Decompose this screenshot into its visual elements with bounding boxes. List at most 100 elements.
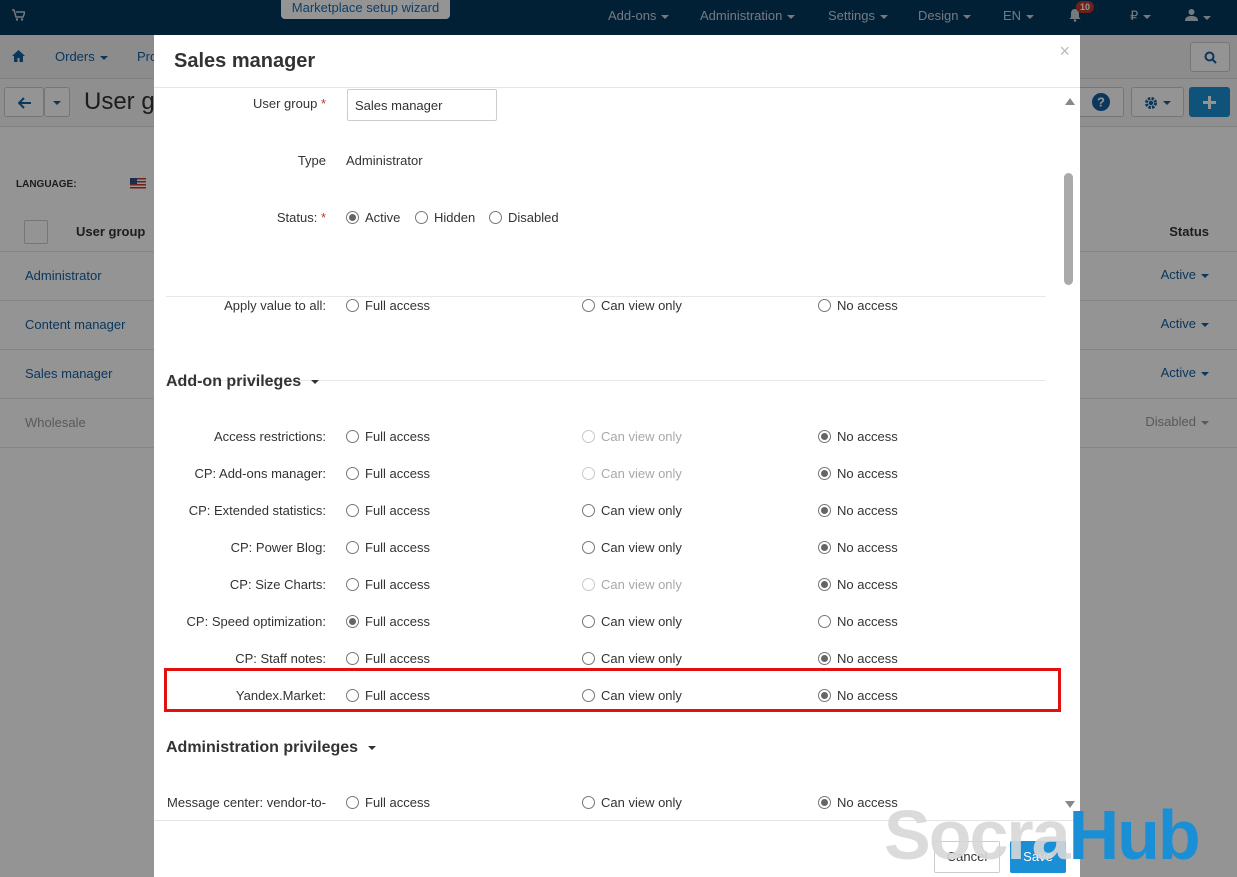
no-access-radio[interactable]: No access (818, 466, 898, 481)
view-only-radio[interactable]: Can view only (582, 503, 682, 518)
full-access-radio[interactable]: Full access (346, 577, 430, 592)
no-access-radio[interactable]: No access (818, 540, 898, 555)
type-value: Administrator (346, 153, 423, 168)
radio-label: No access (837, 540, 898, 555)
label-text: Status: (276, 210, 318, 225)
no-access-radio[interactable]: No access (818, 503, 898, 518)
radio-circle (818, 578, 831, 591)
status-active-radio[interactable]: Active (346, 210, 400, 225)
no-access-radio[interactable]: No access (818, 614, 898, 629)
radio-label: No access (837, 503, 898, 518)
administration-privileges-header[interactable]: Administration privileges (166, 739, 377, 757)
no-access-radio[interactable]: No access (818, 429, 898, 444)
view-only-radio[interactable]: Can view only (582, 614, 682, 629)
radio-label: No access (837, 429, 898, 444)
view-only-radio: Can view only (582, 429, 682, 444)
radio-circle (582, 615, 595, 628)
radio-circle (582, 578, 595, 591)
apply-all-no-access-radio[interactable]: No access (818, 298, 898, 313)
radio-label: No access (837, 577, 898, 592)
type-label: Type (297, 153, 326, 168)
radio-label: Full access (365, 540, 431, 555)
full-access-radio[interactable]: Full access (346, 614, 430, 629)
full-access-radio[interactable]: Full access (346, 651, 430, 666)
divider (166, 296, 1046, 297)
full-access-radio[interactable]: Full access (346, 466, 430, 481)
view-only-radio[interactable]: Can view only (582, 540, 682, 555)
radio-circle (582, 504, 595, 517)
user-group-input[interactable] (347, 89, 497, 121)
scrollbar-thumb[interactable] (1064, 173, 1073, 285)
radio-label: Can view only (601, 298, 682, 313)
radio-circle (346, 796, 359, 809)
privilege-label: CP: Speed optimization: (186, 614, 326, 629)
apply-all-view-only-radio[interactable]: Can view only (582, 298, 682, 313)
status-hidden-radio[interactable]: Hidden (415, 210, 475, 225)
apply-all-label: Apply value to all: (224, 298, 326, 313)
dialog-header: Sales manager × (154, 35, 1080, 88)
no-access-radio[interactable]: No access (818, 651, 898, 666)
radio-circle (346, 578, 359, 591)
radio-label: Hidden (434, 210, 476, 225)
view-only-radio[interactable]: Can view only (582, 651, 682, 666)
privilege-label: CP: Extended statistics: (188, 503, 326, 518)
apply-all-full-access-radio[interactable]: Full access (346, 298, 430, 313)
radio-label: No access (837, 651, 898, 666)
label-text: User group (253, 96, 318, 111)
radio-label: Can view only (601, 503, 682, 518)
radio-label: No access (837, 614, 898, 629)
radio-label: Can view only (601, 795, 682, 810)
radio-label: No access (837, 298, 898, 313)
radio-circle (818, 541, 831, 554)
radio-label: Full access (365, 466, 431, 481)
required-marker: * (320, 210, 326, 225)
radio-circle (415, 211, 428, 224)
section-title: Administration privileges (166, 739, 359, 756)
dialog-body: User group * Type Administrator Status: … (154, 88, 1080, 820)
radio-circle (489, 211, 502, 224)
radio-label: Disabled (508, 210, 559, 225)
sales-manager-dialog: Sales manager × User group * Type Admini… (154, 35, 1080, 877)
radio-label: Can view only (601, 651, 682, 666)
radio-circle (818, 467, 831, 480)
radio-label: Full access (365, 651, 431, 666)
radio-circle (582, 796, 595, 809)
addon-privileges-header[interactable]: Add-on privileges (166, 373, 320, 391)
user-group-label: User group * (154, 96, 326, 111)
radio-label: Can view only (601, 577, 682, 592)
chevron-down-icon (368, 745, 377, 750)
close-icon[interactable]: × (1059, 41, 1070, 62)
status-disabled-radio[interactable]: Disabled (489, 210, 559, 225)
full-access-radio[interactable]: Full access (346, 540, 430, 555)
required-marker: * (320, 96, 326, 111)
privilege-label: Access restrictions: (214, 429, 326, 444)
radio-circle (582, 430, 595, 443)
full-access-radio[interactable]: Full access (346, 429, 430, 444)
watermark-text: Hub (1068, 796, 1201, 874)
full-access-radio[interactable]: Full access (346, 503, 430, 518)
radio-circle (346, 541, 359, 554)
scroll-up-arrow-icon[interactable] (1065, 98, 1075, 105)
highlight-box (164, 668, 1061, 712)
privilege-label: CP: Size Charts: (229, 577, 326, 592)
view-only-radio: Can view only (582, 577, 682, 592)
radio-label: Full access (365, 577, 431, 592)
full-access-radio[interactable]: Full access (346, 795, 430, 810)
radio-circle (346, 652, 359, 665)
watermark-text: Socra (884, 796, 1071, 874)
radio-circle (346, 504, 359, 517)
chevron-down-icon (311, 379, 320, 384)
privilege-label: CP: Power Blog: (230, 540, 326, 555)
radio-circle (818, 299, 831, 312)
radio-label: Full access (365, 614, 431, 629)
status-label: Status: * (154, 210, 326, 225)
radio-circle (346, 467, 359, 480)
radio-circle (346, 430, 359, 443)
radio-circle (818, 796, 831, 809)
no-access-radio[interactable]: No access (818, 577, 898, 592)
radio-label: Can view only (601, 614, 682, 629)
radio-circle (818, 652, 831, 665)
radio-label: Can view only (601, 466, 682, 481)
radio-circle (582, 467, 595, 480)
view-only-radio[interactable]: Can view only (582, 795, 682, 810)
